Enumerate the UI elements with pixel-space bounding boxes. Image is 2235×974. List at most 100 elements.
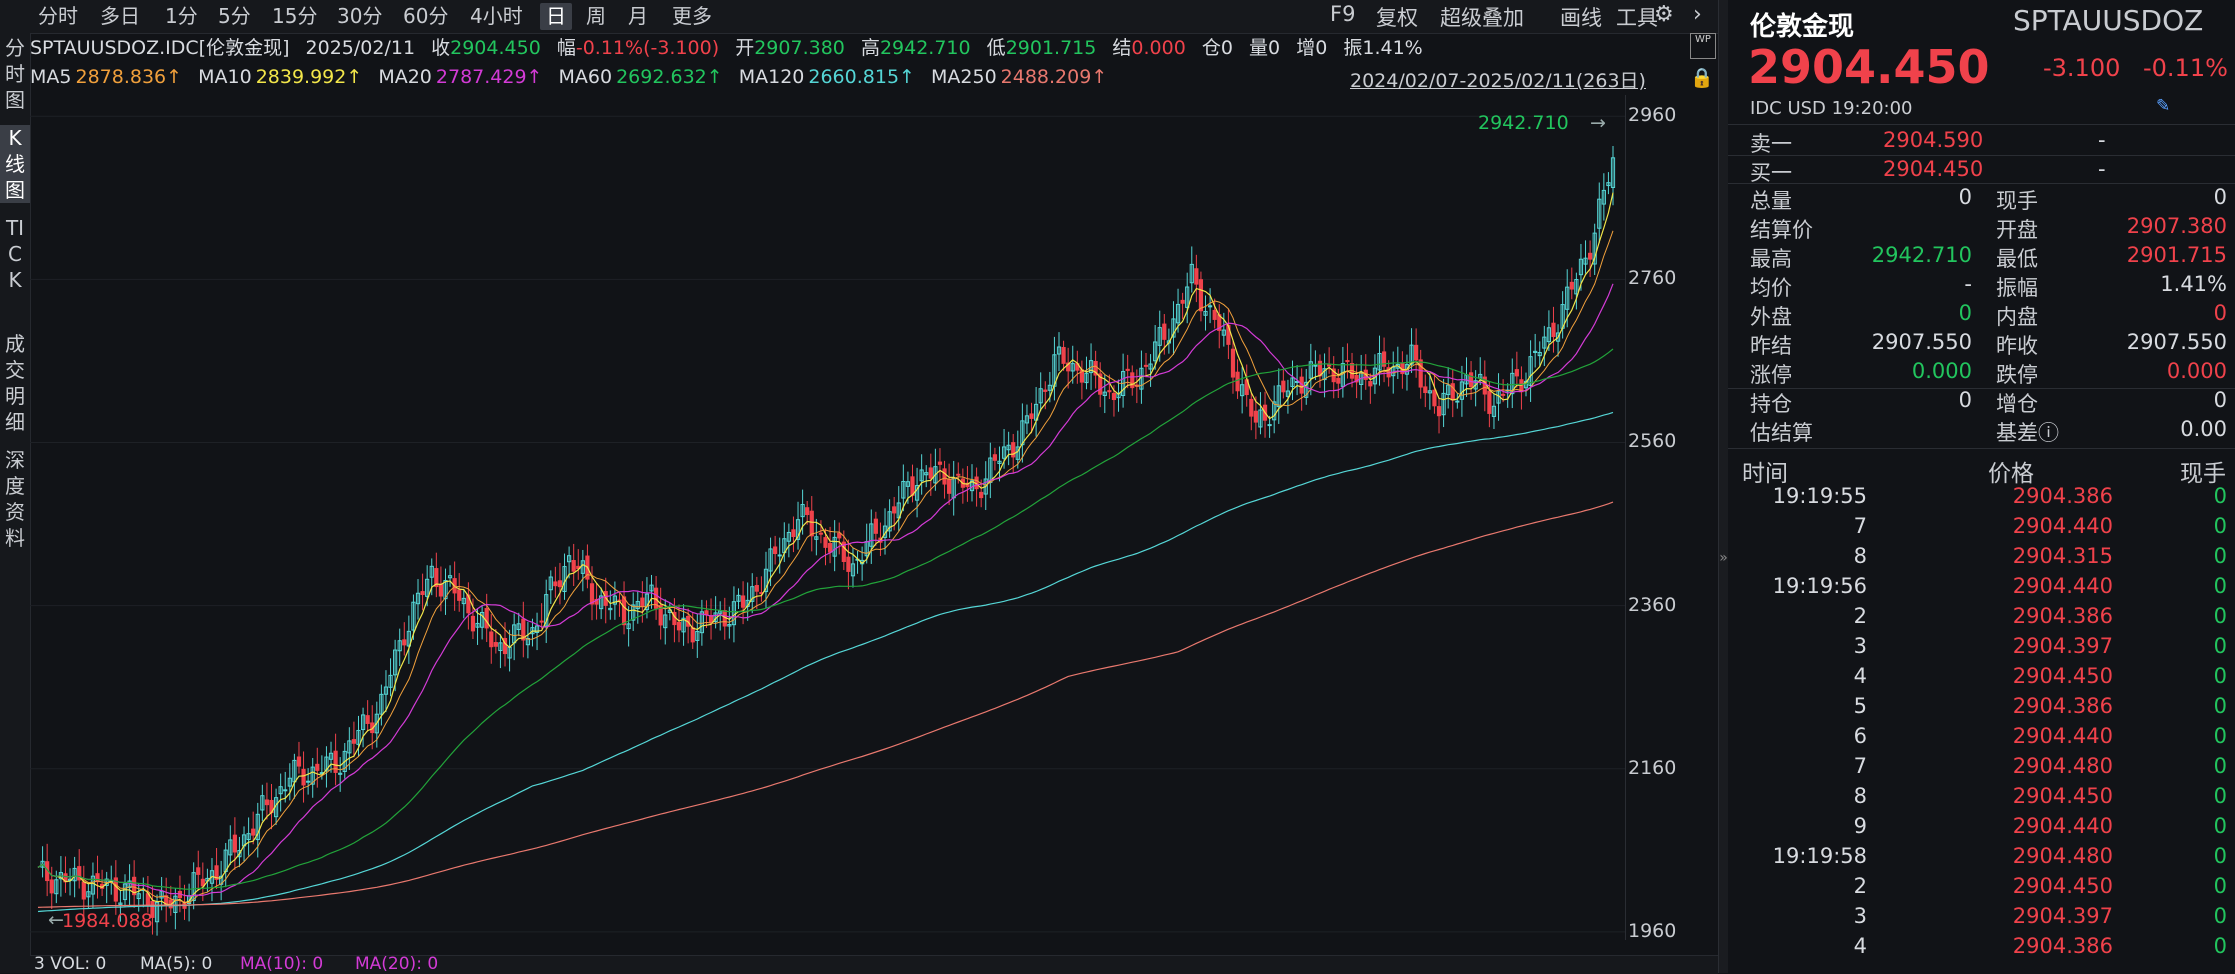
amp-label: 幅 xyxy=(556,37,576,59)
volume-label: 3 VOL: 0 xyxy=(34,954,107,974)
period-tab[interactable]: 30分 xyxy=(337,3,382,30)
candle-body xyxy=(1336,377,1341,384)
stat-label: 最低 xyxy=(1996,247,2038,271)
candle-body xyxy=(232,834,237,853)
period-tab[interactable]: 周 xyxy=(586,3,606,30)
y-tick-label: 2960 xyxy=(1628,104,1677,127)
tick-time: 9 xyxy=(1853,814,1867,838)
tick-time: 6 xyxy=(1853,724,1867,748)
candle-body xyxy=(457,589,462,601)
candle-body xyxy=(1569,281,1574,290)
left-tab[interactable]: 分时图 xyxy=(0,35,30,113)
candle-body xyxy=(621,596,627,626)
f9-button[interactable]: F9 xyxy=(1330,2,1355,26)
candle-body xyxy=(1198,279,1204,312)
period-tab[interactable]: 多日 xyxy=(100,3,140,30)
vol-ma10: MA(10): 0 xyxy=(240,954,324,974)
wp-icon[interactable]: WP xyxy=(1690,33,1716,59)
price-change-pct: -0.11% xyxy=(2143,54,2228,82)
candle-body xyxy=(95,873,100,883)
stat-label: 外盘 xyxy=(1750,305,1792,329)
left-tab[interactable]: K线图 xyxy=(0,125,30,203)
quote-panel: 伦敦金现 SPTAUUSDOZ 2904.450 -3.100 -0.11% I… xyxy=(1728,0,2235,973)
date-label: 2025/02/11 xyxy=(305,37,416,59)
candle-body xyxy=(557,580,563,588)
inc-label: 增 xyxy=(1296,37,1316,59)
low-label: 低 xyxy=(986,37,1006,59)
ma120-value: 2660.815↑ xyxy=(808,66,915,88)
candle-body xyxy=(942,468,947,485)
tick-price: 2904.450 xyxy=(2012,784,2113,808)
candle-body xyxy=(791,529,796,538)
candle-body xyxy=(1588,252,1593,260)
left-tab[interactable]: 深度资料 xyxy=(0,447,30,551)
candle-body xyxy=(1011,442,1016,458)
candle-body xyxy=(1249,398,1254,417)
stat-label: 总量 xyxy=(1750,189,1792,213)
left-tab[interactable]: TICK xyxy=(0,215,30,293)
candle-body xyxy=(1327,364,1332,367)
adjust-button[interactable]: 复权 xyxy=(1376,2,1418,32)
candle-body xyxy=(283,789,288,792)
ma5-label: MA5 xyxy=(30,66,72,88)
candle-body xyxy=(827,542,833,553)
gear-icon[interactable]: ⚙ xyxy=(1654,2,1674,27)
candle-body xyxy=(1313,364,1318,367)
candle-body xyxy=(873,518,878,534)
candle-body xyxy=(49,879,54,894)
tick-volume: 0 xyxy=(2213,784,2227,808)
ma10-value: 2839.992↑ xyxy=(255,66,363,88)
ask-price: 2904.590 xyxy=(1883,128,1984,152)
tick-volume: 0 xyxy=(2213,754,2227,778)
period-tab[interactable]: 5分 xyxy=(218,3,251,30)
ma250-label: MA250 xyxy=(931,66,997,88)
edit-icon[interactable]: ✎ xyxy=(2156,96,2170,116)
draw-button[interactable]: 画线 xyxy=(1560,2,1602,32)
left-tab[interactable]: 成交明细 xyxy=(0,331,30,435)
symbol-label: SPTAUUSDOZ.IDC[伦敦金现] xyxy=(30,37,290,59)
period-tab[interactable]: 1分 xyxy=(165,3,198,30)
chevron-right-icon[interactable]: › xyxy=(1693,2,1702,27)
candle-body xyxy=(1130,372,1135,389)
left-tab-label: TICK xyxy=(5,216,25,292)
vol-ma5: MA(5): 0 xyxy=(140,954,213,974)
period-tab[interactable]: 月 xyxy=(628,3,648,30)
candle-body xyxy=(1281,380,1286,393)
period-tab[interactable]: 分时 xyxy=(38,3,78,30)
ma-line-120 xyxy=(37,411,1614,913)
kline-chart[interactable] xyxy=(30,95,1625,940)
y-tick-label: 2360 xyxy=(1628,593,1677,616)
tick-time: 19:19:56 xyxy=(1772,574,1867,598)
tools-button[interactable]: 工具 xyxy=(1616,2,1658,32)
tick-price: 2904.386 xyxy=(2012,934,2113,958)
tick-price: 2904.386 xyxy=(2012,694,2113,718)
open-label: 开 xyxy=(735,37,755,59)
candle-body xyxy=(676,621,682,631)
high-label: 高 xyxy=(860,37,880,59)
candle-body xyxy=(251,828,256,836)
overlay-button[interactable]: 超级叠加 xyxy=(1440,2,1524,32)
period-tab[interactable]: 4小时 xyxy=(470,3,523,30)
min-label: 1984.088 xyxy=(62,910,153,932)
volume-bar: 3 VOL: 0 MA(5): 0 MA(10): 0 MA(20): 0 xyxy=(30,954,1718,974)
period-tab[interactable]: 15分 xyxy=(272,3,317,30)
candle-body xyxy=(956,473,961,476)
collapse-icon[interactable]: » xyxy=(1719,550,1728,566)
candle-body xyxy=(484,608,489,629)
candle-body xyxy=(928,467,933,479)
period-tab[interactable]: 60分 xyxy=(403,3,448,30)
settle-label: 结 xyxy=(1112,37,1132,59)
candle-body xyxy=(196,867,201,875)
period-tab[interactable]: 日 xyxy=(540,3,572,30)
lock-icon[interactable]: 🔒 xyxy=(1690,66,1714,89)
vol-value: 0 xyxy=(1268,37,1281,59)
period-tab[interactable]: 更多 xyxy=(672,3,712,30)
candle-body xyxy=(1061,347,1066,364)
ma5-value: 2878.836↑ xyxy=(75,66,183,88)
max-arrow-icon: → xyxy=(1590,112,1606,134)
candle-body xyxy=(1107,390,1112,393)
vol-ma20: MA(20): 0 xyxy=(355,954,439,974)
tick-price: 2904.440 xyxy=(2012,724,2113,748)
stat-value: 0 xyxy=(2213,185,2227,209)
date-range[interactable]: 2024/02/07-2025/02/11(263日) xyxy=(1350,66,1646,93)
